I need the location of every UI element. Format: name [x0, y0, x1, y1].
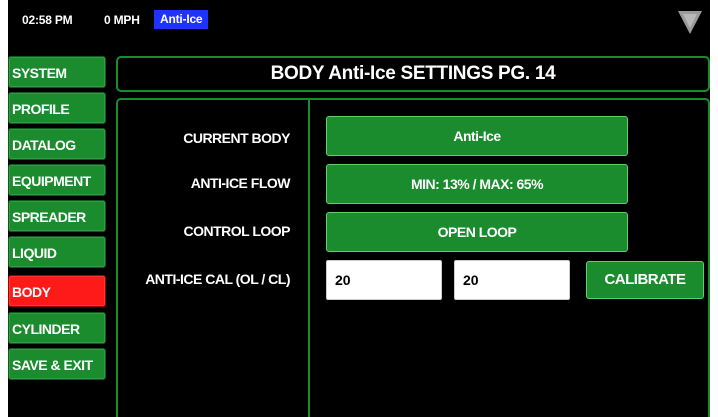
screen: 02:58 PM 0 MPH Anti-Ice SYSTEM PROFILE D…: [0, 0, 718, 417]
anti-ice-cal-cl-input[interactable]: 20: [454, 260, 570, 300]
status-mode-badge: Anti-Ice: [154, 10, 209, 29]
page-title: BODY Anti-Ice SETTINGS PG. 14: [116, 56, 710, 92]
sidebar-item-liquid[interactable]: LIQUID: [8, 236, 106, 268]
anti-ice-cal-label: ANTI-ICE CAL (OL / CL): [145, 271, 290, 287]
anti-ice-flow-label: ANTI-ICE FLOW: [190, 175, 291, 191]
sidebar-item-equipment[interactable]: EQUIPMENT: [8, 164, 106, 196]
anti-ice-flow-button[interactable]: MIN: 13% / MAX: 65%: [326, 164, 628, 204]
panel-divider: [308, 98, 310, 417]
sidebar-item-save-exit[interactable]: SAVE & EXIT: [8, 348, 106, 380]
sidebar-item-profile[interactable]: PROFILE: [8, 92, 106, 124]
sidebar-item-cylinder[interactable]: CYLINDER: [8, 312, 106, 344]
signal-strength-icon: [678, 11, 702, 34]
status-bar: 02:58 PM 0 MPH Anti-Ice: [8, 0, 710, 40]
anti-ice-cal-ol-input[interactable]: 20: [326, 260, 442, 300]
sidebar-item-datalog[interactable]: DATALOG: [8, 128, 106, 160]
sidebar-item-body[interactable]: BODY: [8, 275, 106, 307]
control-loop-button[interactable]: OPEN LOOP: [326, 212, 628, 252]
calibrate-button[interactable]: CALIBRATE: [586, 261, 704, 299]
current-body-button[interactable]: Anti-Ice: [326, 116, 628, 156]
sidebar-item-system[interactable]: SYSTEM: [8, 56, 106, 88]
current-body-label: CURRENT BODY: [183, 130, 290, 146]
status-time: 02:58 PM: [22, 13, 73, 27]
sidebar-item-spreader[interactable]: SPREADER: [8, 200, 106, 232]
status-speed: 0 MPH: [104, 13, 140, 27]
control-loop-label: CONTROL LOOP: [183, 223, 290, 239]
